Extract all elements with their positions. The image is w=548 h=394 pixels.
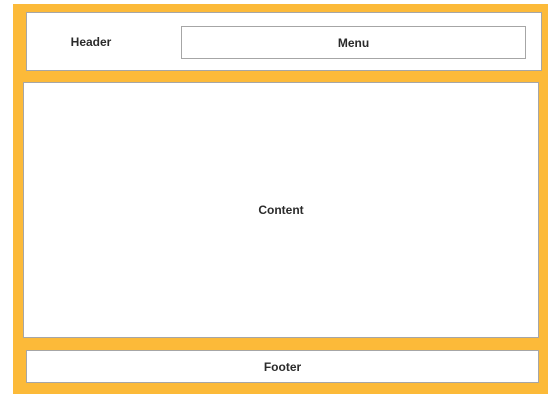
content-label: Content [258,203,304,217]
layout-diagram: Header Menu Content Footer [13,4,548,394]
header-region: Header Menu [26,12,542,71]
footer-region: Footer [26,350,539,383]
content-region: Content [23,82,539,338]
footer-label: Footer [263,359,302,374]
menu-region: Menu [181,26,526,59]
header-label: Header [70,34,112,49]
